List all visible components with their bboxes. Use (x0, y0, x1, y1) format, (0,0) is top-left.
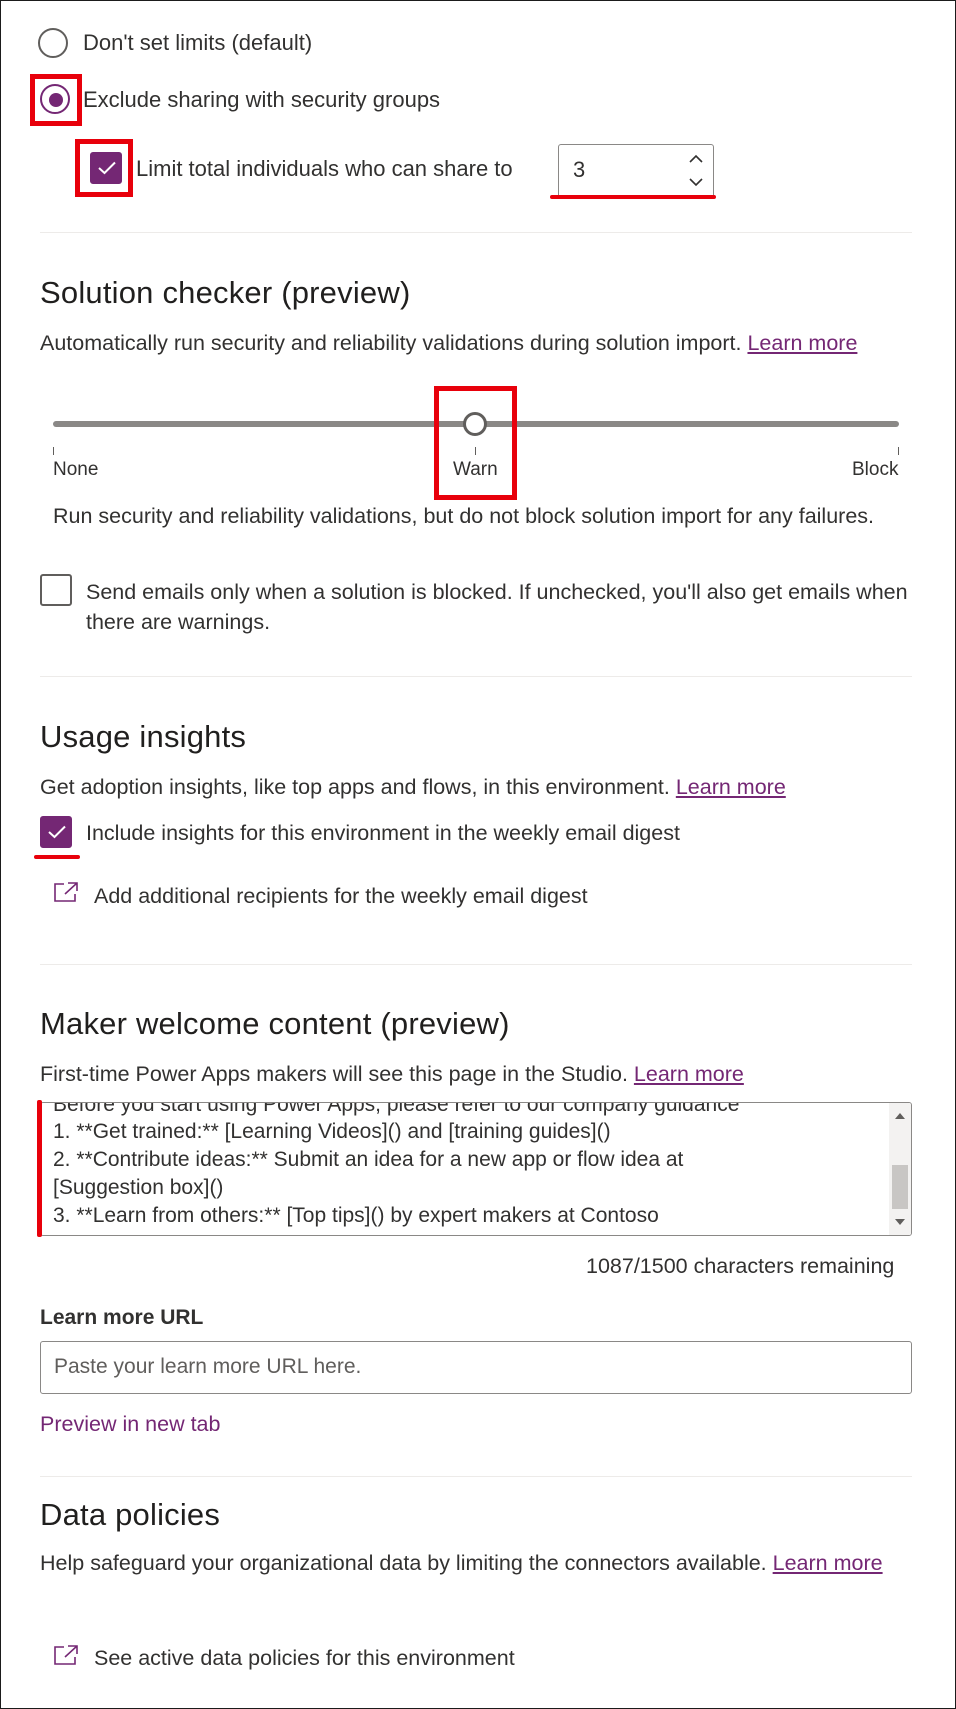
preview-new-tab-link[interactable]: Preview in new tab (40, 1412, 220, 1437)
data-policies-learn-more-link[interactable]: Learn more (773, 1551, 883, 1575)
welcome-content-line: 1. **Get trained:** [Learning Videos]() … (53, 1120, 611, 1143)
data-policies-title: Data policies (40, 1497, 221, 1532)
section-divider (40, 964, 912, 965)
section-divider (40, 232, 912, 233)
include-insights-label: Include insights for this environment in… (86, 821, 680, 845)
limit-individuals-value: 3 (573, 157, 586, 182)
learn-more-url-placeholder: Paste your learn more URL here. (54, 1355, 362, 1378)
maker-welcome-textarea[interactable]: Before you start using Power Apps, pleas… (40, 1102, 912, 1236)
textarea-scrollbar[interactable] (889, 1103, 911, 1235)
scroll-up-arrow-icon[interactable] (894, 1112, 906, 1120)
highlight-underline-spinbutton (550, 195, 716, 199)
maker-welcome-learn-more-link[interactable]: Learn more (634, 1062, 744, 1086)
checkmark-icon (48, 825, 66, 839)
highlight-warn-level (434, 386, 517, 500)
usage-insights-description-text: Get adoption insights, like top apps and… (40, 775, 670, 799)
send-emails-checkbox[interactable] (40, 574, 72, 606)
send-emails-label: Send emails only when a solution is bloc… (86, 580, 908, 634)
welcome-content-line: 3. **Learn from others:** [Top tips]() b… (53, 1204, 659, 1227)
maker-welcome-description-text: First-time Power Apps makers will see th… (40, 1062, 628, 1086)
open-in-new-window-icon[interactable] (53, 1644, 79, 1666)
limit-individuals-label: Limit total individuals who can share to (136, 156, 513, 181)
welcome-content-line: 2. **Contribute ideas:** Submit an idea … (53, 1148, 684, 1171)
chevron-down-icon[interactable] (689, 177, 703, 187)
section-divider (40, 676, 912, 677)
data-policies-description-text: Help safeguard your organizational data … (40, 1551, 767, 1575)
usage-insights-learn-more-link[interactable]: Learn more (676, 775, 786, 799)
solution-checker-title: Solution checker (preview) (40, 275, 411, 310)
learn-more-url-input[interactable]: Paste your learn more URL here. (40, 1341, 912, 1394)
slider-tick-none (53, 447, 54, 455)
usage-insights-title: Usage insights (40, 719, 247, 754)
include-insights-checkbox[interactable] (40, 816, 72, 848)
highlight-bar-textarea (37, 1100, 42, 1237)
slider-tick-block (898, 447, 899, 455)
highlight-limit-checkbox (75, 139, 133, 197)
slider-label-none: None (53, 459, 99, 480)
open-in-new-window-icon[interactable] (53, 881, 79, 903)
highlight-radio-exclude (30, 74, 82, 126)
welcome-content-line: [Suggestion box]() (53, 1176, 224, 1199)
solution-checker-level-description: Run security and reliability validations… (53, 504, 874, 528)
see-active-data-policies-action[interactable]: See active data policies for this enviro… (94, 1643, 515, 1673)
chevron-up-icon[interactable] (689, 154, 703, 164)
maker-welcome-title: Maker welcome content (preview) (40, 1006, 510, 1041)
solution-checker-description-text: Automatically run security and reliabili… (40, 331, 742, 355)
maker-welcome-description: First-time Power Apps makers will see th… (40, 1059, 744, 1089)
welcome-content-line: Before you start using Power Apps, pleas… (53, 1102, 740, 1116)
learn-more-url-label: Learn more URL (40, 1306, 204, 1329)
section-divider (40, 1476, 912, 1477)
scroll-down-arrow-icon[interactable] (894, 1218, 906, 1226)
slider-label-block: Block (852, 459, 899, 480)
solution-checker-description: Automatically run security and reliabili… (40, 328, 885, 358)
add-recipients-action[interactable]: Add additional recipients for the weekly… (94, 881, 588, 911)
solution-checker-learn-more-link[interactable]: Learn more (747, 331, 857, 355)
textarea-scrollbar-thumb[interactable] (892, 1165, 908, 1209)
radio-no-limits[interactable] (38, 28, 68, 58)
settings-panel: Don't set limits (default) Exclude shari… (0, 0, 956, 1709)
highlight-underline-include-insights (34, 855, 80, 859)
characters-remaining: 1087/1500 characters remaining (586, 1254, 895, 1278)
radio-exclude-label: Exclude sharing with security groups (83, 87, 441, 112)
limit-individuals-spinbutton[interactable]: 3 (558, 144, 714, 198)
data-policies-description: Help safeguard your organizational data … (40, 1548, 900, 1578)
radio-no-limits-label: Don't set limits (default) (83, 30, 313, 55)
usage-insights-description: Get adoption insights, like top apps and… (40, 772, 910, 802)
